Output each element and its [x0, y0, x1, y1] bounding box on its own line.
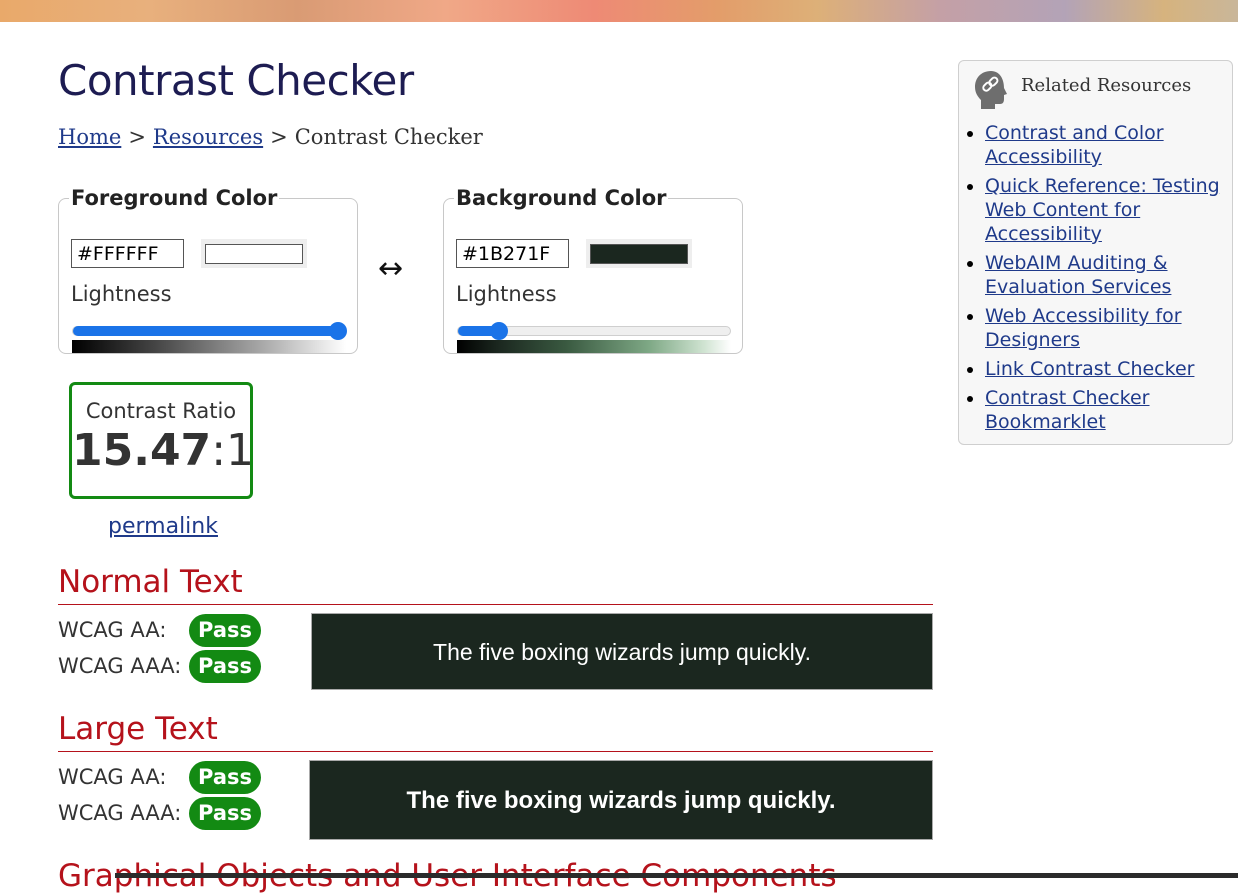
foreground-slider-fill	[73, 326, 338, 336]
list-item: Contrast Checker Bookmarklet	[985, 386, 1230, 434]
background-slider-thumb[interactable]	[490, 322, 508, 340]
breadcrumb-separator: >	[270, 125, 288, 149]
list-item: Quick Reference: Testing Web Content for…	[985, 174, 1230, 246]
resource-link[interactable]: WebAIM Auditing & Evaluation Services	[985, 252, 1171, 298]
background-swatch[interactable]	[590, 244, 688, 264]
contrast-ratio-box: Contrast Ratio 15.47:1	[69, 382, 254, 499]
foreground-legend: Foreground Color	[71, 186, 278, 210]
foreground-color-picker[interactable]	[201, 239, 307, 268]
breadcrumb-resources-link[interactable]: Resources	[153, 125, 263, 149]
list-item: WebAIM Auditing & Evaluation Services	[985, 251, 1230, 299]
resource-link[interactable]: Web Accessibility for Designers	[985, 305, 1182, 351]
normal-aa-label: WCAG AA:	[58, 618, 167, 642]
breadcrumb: Home > Resources > Contrast Checker	[58, 125, 483, 149]
related-resources-list: Contrast and Color Accessibility Quick R…	[965, 121, 1230, 439]
link-head-icon	[975, 71, 1007, 109]
breadcrumb-separator: >	[128, 125, 146, 149]
breadcrumb-current: Contrast Checker	[294, 125, 483, 149]
foreground-lightness-gradient	[72, 340, 346, 353]
header-banner	[0, 0, 1238, 22]
contrast-ratio-number: 15.47	[72, 425, 212, 476]
foreground-lightness-label: Lightness	[71, 282, 172, 306]
background-color-picker[interactable]	[586, 239, 692, 268]
swap-colors-icon[interactable]: ↔	[378, 251, 403, 286]
foreground-swatch[interactable]	[205, 244, 303, 264]
normal-aaa-pass-badge: Pass	[189, 650, 261, 683]
normal-text-heading: Normal Text	[58, 564, 243, 600]
permalink-link[interactable]: permalink	[108, 514, 218, 539]
normal-aa-pass-badge: Pass	[189, 614, 261, 647]
large-aaa-label: WCAG AAA:	[58, 801, 182, 825]
background-lightness-label: Lightness	[456, 282, 557, 306]
resource-link[interactable]: Contrast and Color Accessibility	[985, 122, 1164, 168]
foreground-color-panel: Foreground Color Lightness	[58, 186, 358, 354]
background-color-panel: Background Color Lightness	[443, 186, 743, 354]
contrast-ratio-suffix: :1	[211, 425, 255, 476]
page-title: Contrast Checker	[58, 56, 414, 105]
breadcrumb-home-link[interactable]: Home	[58, 125, 121, 149]
large-aa-label: WCAG AA:	[58, 765, 167, 789]
related-resources-title: Related Resources	[1021, 75, 1192, 96]
contrast-ratio-label: Contrast Ratio	[85, 399, 237, 423]
background-lightness-slider[interactable]	[457, 322, 731, 340]
large-aaa-pass-badge: Pass	[189, 797, 261, 830]
foreground-lightness-slider[interactable]	[72, 322, 347, 340]
background-hex-input[interactable]	[456, 239, 569, 268]
resource-link[interactable]: Link Contrast Checker	[985, 358, 1194, 380]
foreground-slider-thumb[interactable]	[329, 322, 347, 340]
background-lightness-gradient	[457, 340, 731, 353]
normal-text-sample: The five boxing wizards jump quickly.	[311, 613, 933, 690]
related-resources-sidebar: Related Resources Contrast and Color Acc…	[958, 60, 1233, 445]
contrast-ratio-value: 15.47:1	[72, 429, 254, 473]
resource-link[interactable]: Contrast Checker Bookmarklet	[985, 387, 1150, 433]
large-text-sample: The five boxing wizards jump quickly.	[309, 760, 933, 840]
list-item: Link Contrast Checker	[985, 357, 1230, 381]
foreground-hex-input[interactable]	[71, 239, 184, 268]
large-text-heading: Large Text	[58, 711, 218, 747]
background-legend: Background Color	[456, 186, 667, 210]
large-aa-pass-badge: Pass	[189, 761, 261, 794]
list-item: Contrast and Color Accessibility	[985, 121, 1230, 169]
resource-link[interactable]: Quick Reference: Testing Web Content for…	[985, 175, 1220, 245]
section-divider	[58, 604, 933, 605]
list-item: Web Accessibility for Designers	[985, 304, 1230, 352]
horizontal-scrollbar[interactable]	[115, 873, 1238, 878]
normal-aaa-label: WCAG AAA:	[58, 654, 182, 678]
section-divider	[58, 751, 933, 752]
